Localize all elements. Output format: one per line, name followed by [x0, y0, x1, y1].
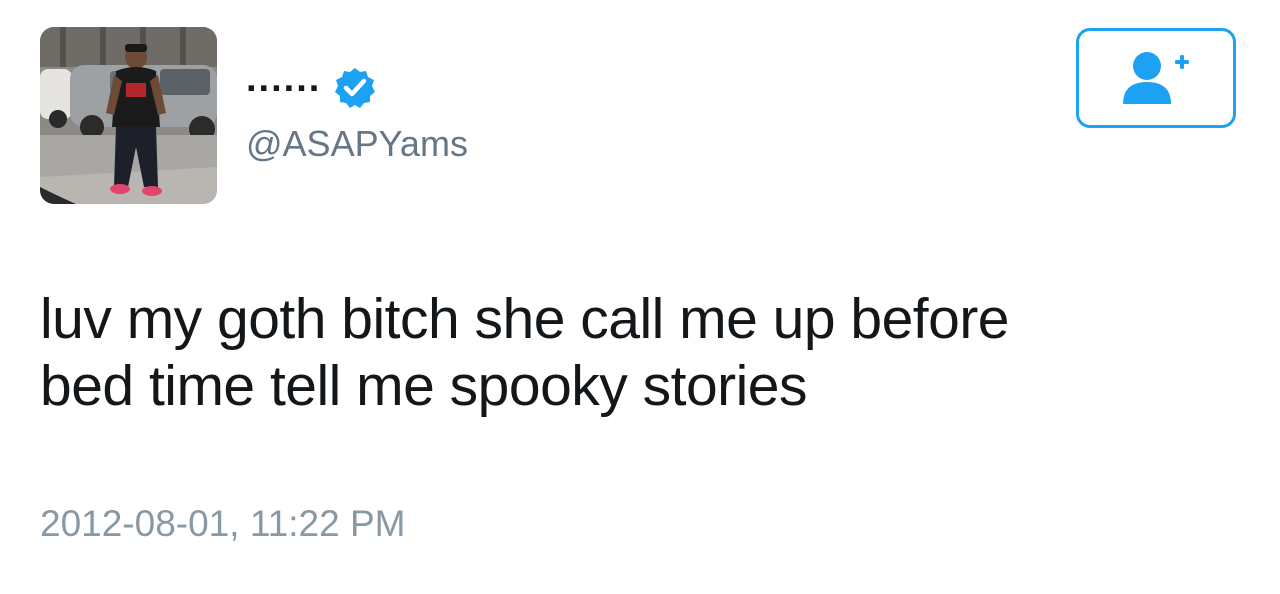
tweet-text-line: luv my goth bitch she call me up before [40, 287, 1010, 351]
tweet-text-line: bed time tell me spooky stories [40, 354, 808, 418]
avatar[interactable] [40, 27, 217, 204]
follow-button[interactable] [1076, 28, 1236, 128]
tweet-text: luv my goth bitch she call me up before … [40, 286, 1240, 420]
tweet-card: ...... @ASAPYams luv my goth bitch she c… [0, 0, 1280, 594]
tweet-timestamp[interactable]: 2012-08-01, 11:22 PM [40, 500, 405, 548]
author-name-row: ...... [246, 60, 377, 114]
avatar-photo [40, 27, 217, 204]
user-handle[interactable]: @ASAPYams [246, 119, 468, 169]
verified-badge-icon [335, 68, 376, 108]
display-name[interactable]: ...... [246, 60, 321, 98]
add-user-icon [1123, 52, 1189, 104]
